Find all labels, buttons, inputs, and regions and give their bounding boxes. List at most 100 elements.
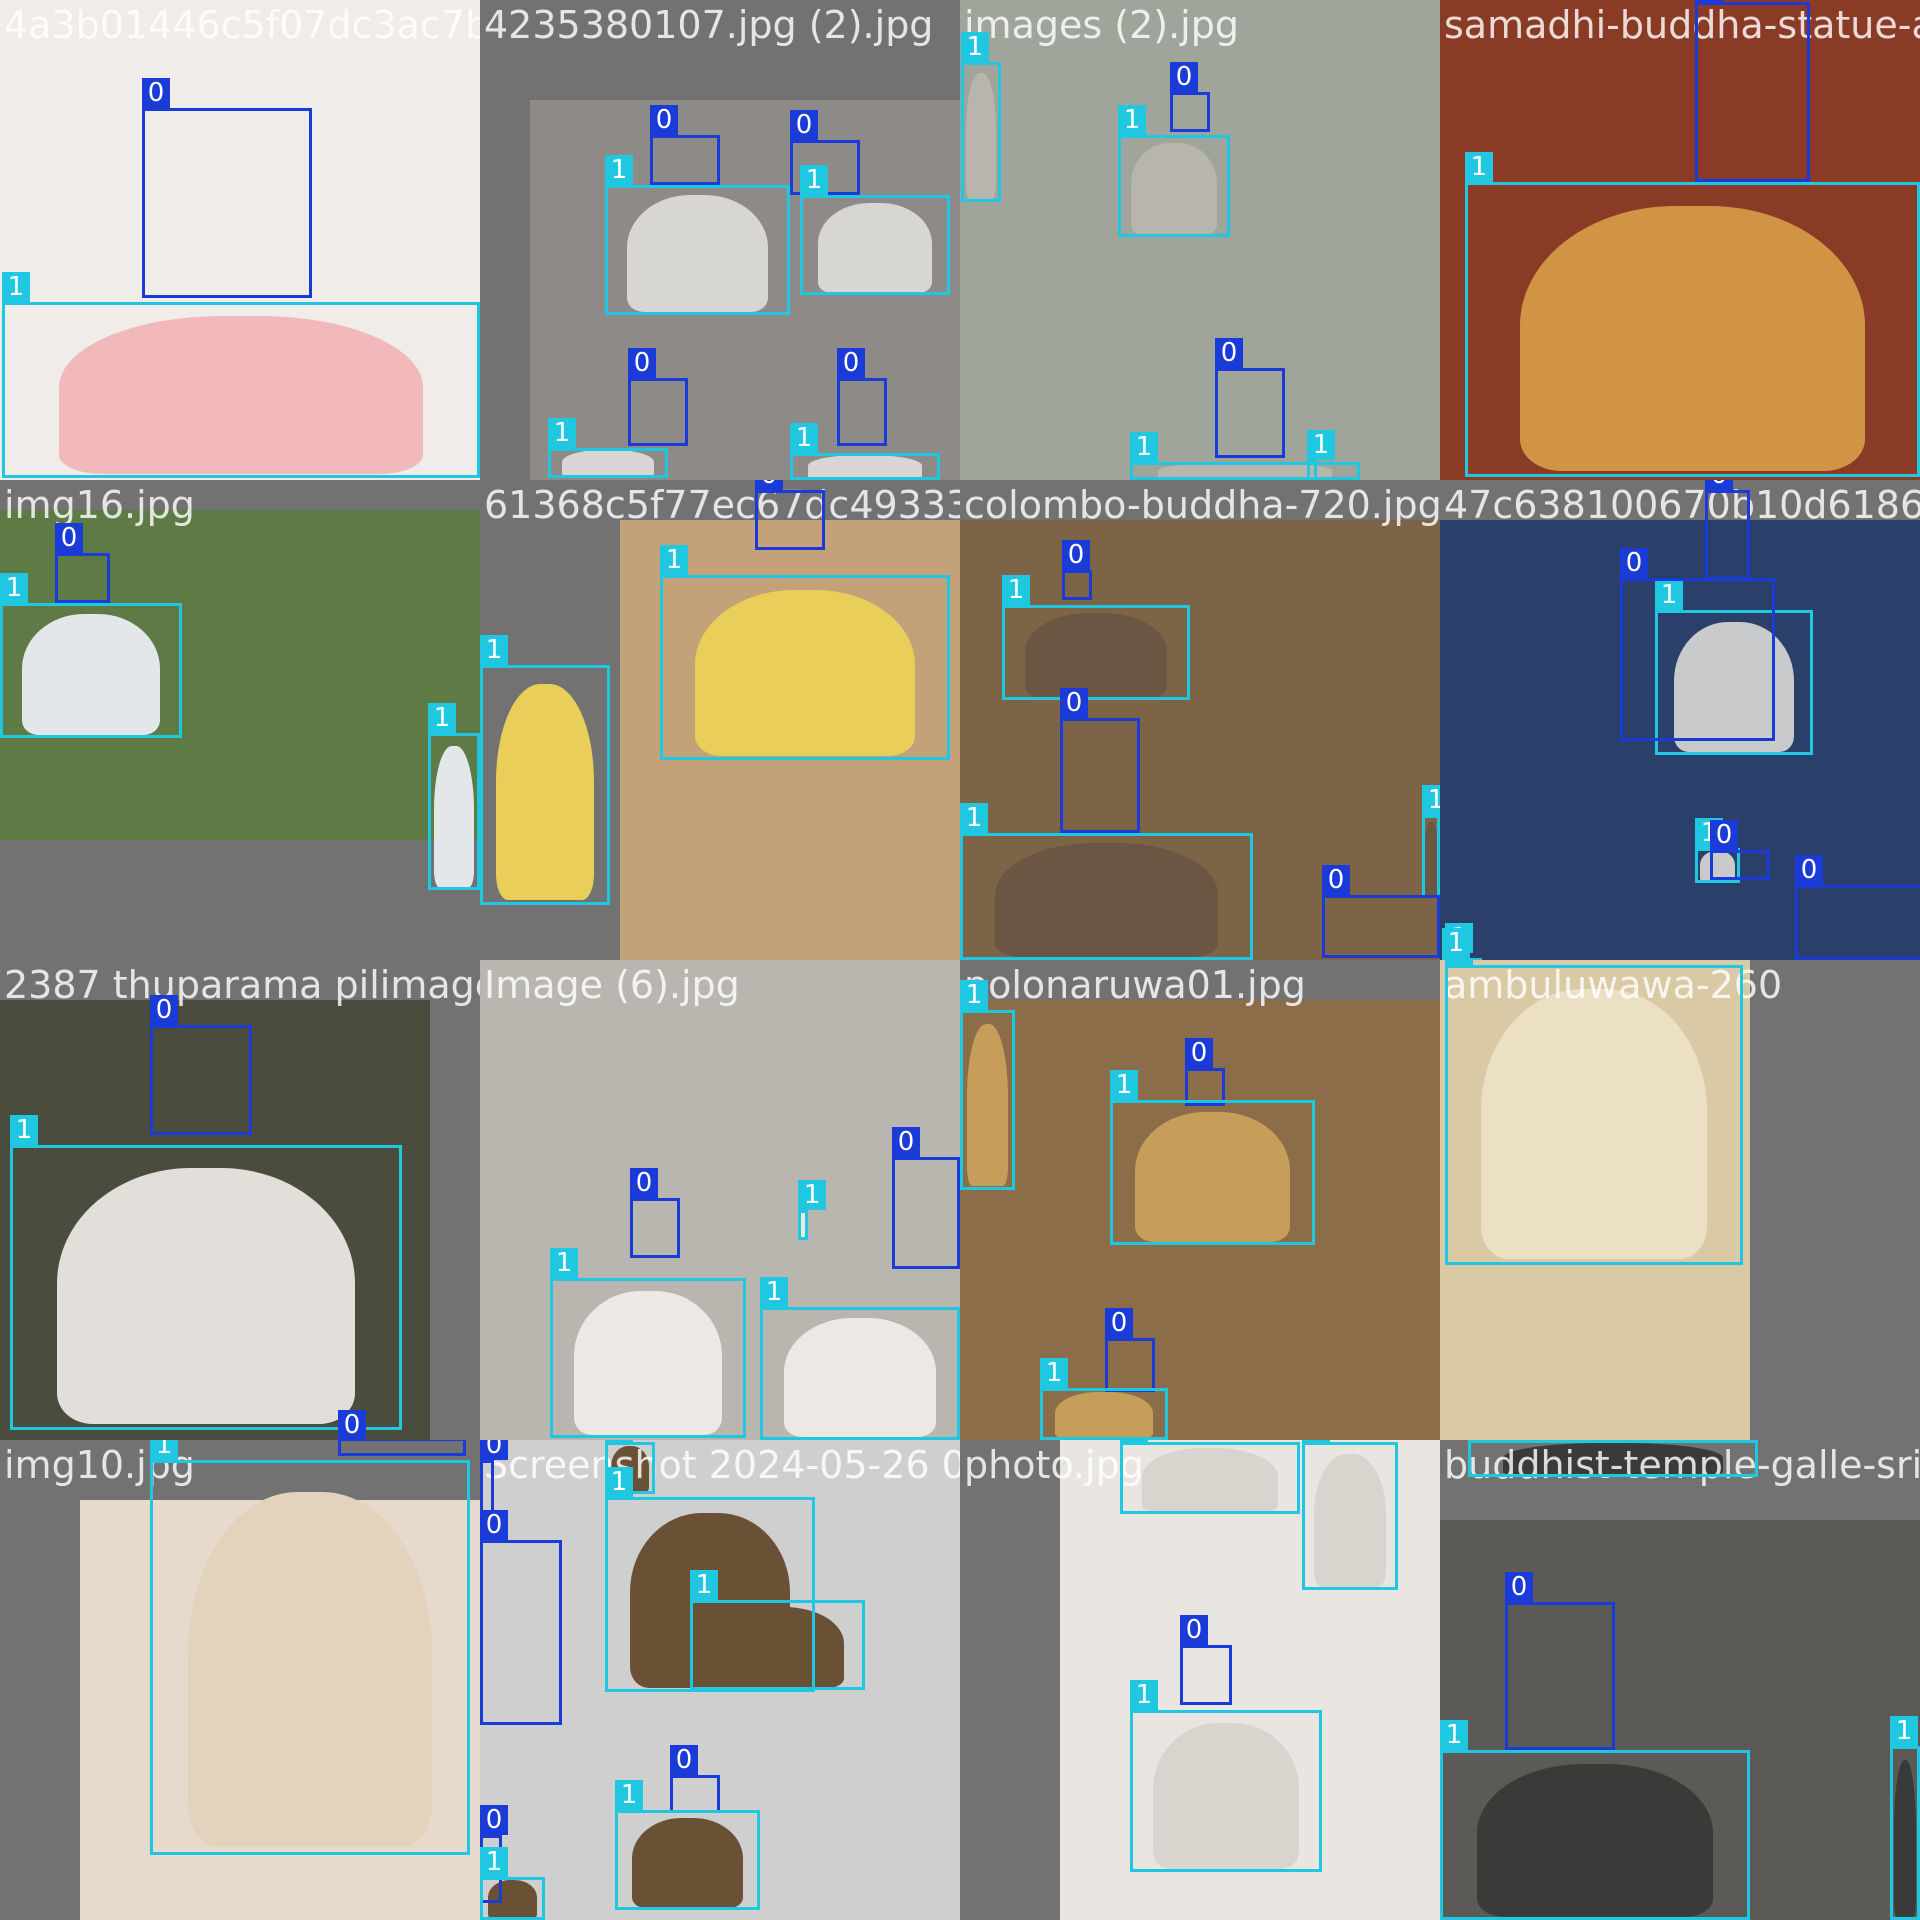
class-label: 0	[1215, 338, 1243, 368]
class-label: 1	[428, 703, 456, 733]
class-label: 0	[1180, 1615, 1208, 1645]
class-label: 1	[548, 418, 576, 448]
class-label: 0	[650, 105, 678, 135]
class-label: 0	[1060, 688, 1088, 718]
mosaic-tile: 4a3b01446c5f07dc3ac7ba5dcae38607.jpg 397…	[0, 0, 480, 480]
class-label: 1	[960, 980, 988, 1010]
class-label: 0	[480, 1440, 508, 1460]
class-label: 1	[605, 1467, 633, 1497]
tile-filename: samadhi-buddha-statue-at-the	[1444, 3, 1920, 47]
tile-filename: 61368c5f77ec67dc4933335c8ab1ba3e.jpg	[484, 483, 960, 527]
class-label: 1	[1890, 1716, 1918, 1746]
class-label: 1	[690, 1570, 718, 1600]
tile-filename: img16.jpg	[4, 483, 195, 527]
tile-filename: 2387 thuparama pilimageya	[4, 963, 480, 1007]
class-label: 0	[755, 480, 783, 490]
mosaic-tile: 2387 thuparama pilimageya010	[0, 960, 480, 1440]
head-bounding-box: 0	[628, 348, 688, 446]
class-label: 1	[605, 1440, 633, 1442]
class-label: 1	[480, 635, 508, 665]
body-bounding-box: 1	[550, 1248, 746, 1438]
tile-filename: 47c638100670b10d6186ae	[1444, 483, 1920, 527]
head-bounding-box: 0	[338, 1440, 466, 1456]
body-bounding-box: 1	[690, 1570, 865, 1690]
head-bounding-box: 0	[892, 1127, 960, 1269]
tile-filename: photo.jpg	[964, 1443, 1144, 1487]
head-bounding-box: 0	[1170, 62, 1210, 132]
class-label: 1	[1120, 1440, 1148, 1442]
tile-filename: Screenshot 2024-05-26 002513.png	[484, 1443, 960, 1487]
class-label: 0	[630, 1168, 658, 1198]
mosaic-tile: buddhist-temple-galle-sri-lan1011	[1440, 1440, 1920, 1920]
mosaic-tile: samadhi-buddha-statue-at-the0 1	[1440, 0, 1920, 480]
class-label: 0	[1795, 855, 1823, 885]
mosaic-tile: 4235380107.jpg (2).jpg 0 1 0 1 0 1 0 1	[480, 0, 960, 480]
class-label: 0	[670, 1745, 698, 1775]
class-label: 1	[480, 1847, 508, 1877]
class-label: 1	[1422, 785, 1440, 815]
body-bounding-box: 1	[1422, 785, 1440, 898]
body-bounding-box: 1	[961, 32, 1001, 202]
class-label: 0	[628, 348, 656, 378]
class-label: 0	[1105, 1308, 1133, 1338]
head-bounding-box: 0	[150, 995, 252, 1135]
class-label: 0	[1185, 1038, 1213, 1068]
tile-filename: polonaruwa01.jpg	[964, 963, 1306, 1007]
head-bounding-box: 0	[1215, 338, 1285, 458]
mosaic-tile: 61368c5f77ec67dc4933335c8ab1ba3e.jpg0 1 1	[480, 480, 960, 960]
mosaic-tile: polonaruwa01.jpg 1 0 1 0 1	[960, 960, 1440, 1440]
head-bounding-box: 0	[480, 1510, 562, 1725]
body-bounding-box: 1	[548, 418, 668, 478]
body-bounding-box: 1	[1307, 430, 1335, 480]
body-bounding-box: 1	[1002, 575, 1190, 700]
head-bounding-box: 0	[1795, 855, 1920, 960]
body-bounding-box: 1	[960, 803, 1253, 960]
body-bounding-box: 1	[1130, 1680, 1322, 1872]
body-bounding-box: 1	[960, 980, 1015, 1190]
body-bounding-box: 1	[0, 573, 182, 738]
class-label: 1	[960, 803, 988, 833]
class-label: 1	[1130, 1680, 1158, 1710]
class-label: 1	[0, 573, 28, 603]
body-bounding-box: 1	[1110, 1070, 1315, 1245]
class-label: 1	[1465, 152, 1493, 182]
body-bounding-box: 1	[2, 272, 480, 478]
class-label: 1	[660, 545, 688, 575]
class-label: 0	[1062, 540, 1090, 570]
class-label: 1	[1440, 1720, 1468, 1750]
head-bounding-box: 0	[1062, 540, 1092, 600]
class-label: 1	[150, 1440, 178, 1460]
class-label: 0	[150, 995, 178, 1025]
body-bounding-box: 1	[615, 1780, 760, 1910]
tile-filename: 4a3b01446c5f07dc3ac7ba5dcae38607.jpg 397…	[4, 3, 480, 47]
head-bounding-box: 0	[55, 523, 110, 603]
body-bounding-box: 1	[605, 155, 790, 315]
mosaic-tile: colombo-buddha-720.jpg 0 1 0 1 1 0	[960, 480, 1440, 960]
tile-filename: colombo-buddha-720.jpg	[964, 483, 1440, 527]
class-label: 0	[55, 523, 83, 553]
body-bounding-box: 1	[1302, 1440, 1398, 1590]
body-bounding-box: 1	[790, 423, 940, 480]
class-label: 0	[142, 78, 170, 108]
class-label: 1	[760, 1277, 788, 1307]
mosaic-tile: img10.jpg10	[0, 1440, 480, 1920]
class-label: 0	[480, 1805, 508, 1835]
body-bounding-box: 1	[150, 1440, 470, 1855]
class-label: 1	[1442, 928, 1470, 958]
class-label: 1	[800, 165, 828, 195]
head-bounding-box: 0	[837, 348, 887, 446]
mosaic-grid: 4a3b01446c5f07dc3ac7ba5dcae38607.jpg 397…	[0, 0, 1920, 1920]
class-label: 0	[1322, 865, 1350, 895]
class-label: 0	[1170, 62, 1198, 92]
tile-filename: images (2).jpg	[964, 3, 1239, 47]
mosaic-tile: 47c638100670b10d6186ae01010101	[1440, 480, 1920, 960]
class-label: 0	[338, 1410, 366, 1440]
class-label: 0	[1505, 1572, 1533, 1602]
class-label: 1	[1130, 432, 1158, 462]
body-bounding-box: 1	[798, 1180, 826, 1240]
body-bounding-box: 1	[660, 545, 950, 760]
body-bounding-box: 1	[1040, 1358, 1168, 1440]
class-label: 1	[1110, 1070, 1138, 1100]
mosaic-tile: photo.jpg1101	[960, 1440, 1440, 1920]
head-bounding-box: 0	[670, 1745, 720, 1813]
